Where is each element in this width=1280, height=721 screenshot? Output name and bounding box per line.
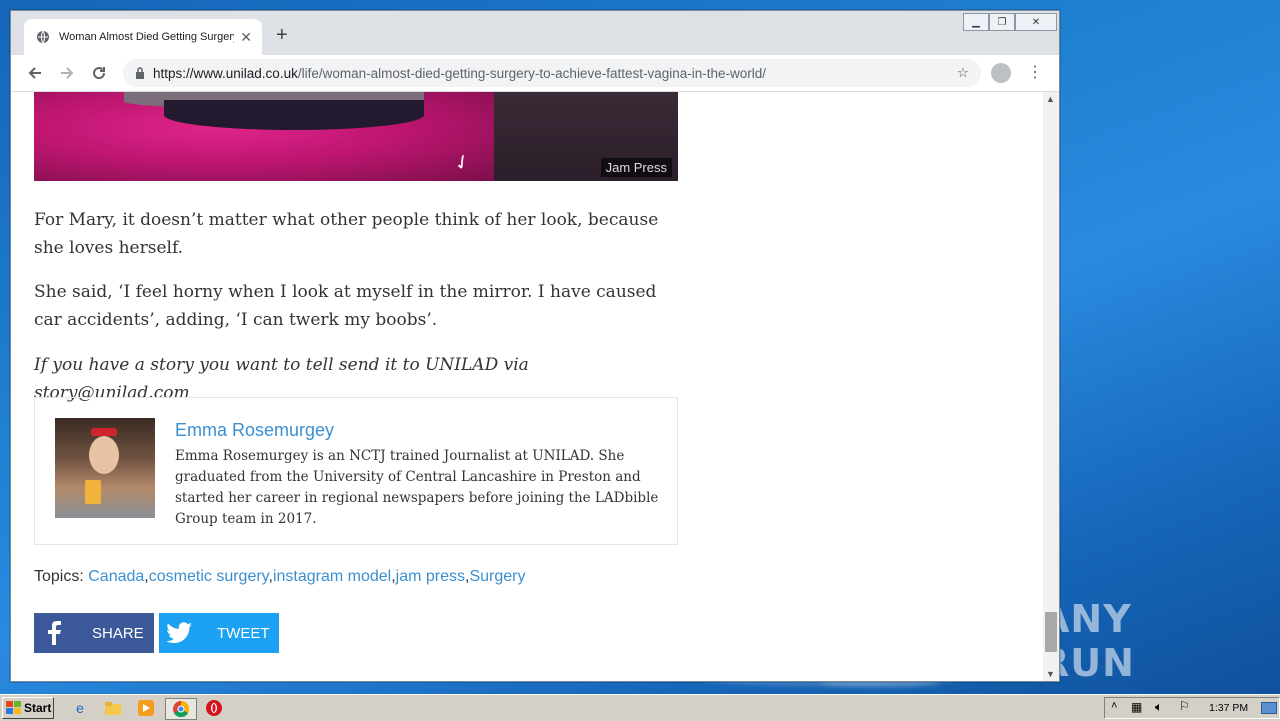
watermark-text: ANY RUN: [1040, 597, 1135, 685]
avatar-drink: [85, 480, 101, 504]
windows-taskbar: Start e ˄ ▦ 🔈︎ ⚐ 1:37 PM: [0, 694, 1280, 721]
address-bar[interactable]: https://www.unilad.co.uk/life/woman-almo…: [123, 59, 981, 87]
tab-title: Woman Almost Died Getting Surgery To: [59, 31, 234, 43]
author-avatar: [55, 418, 155, 518]
author-bio-text: Emma Rosemurgey is an NCTJ trained Journ…: [175, 448, 659, 527]
topic-link[interactable]: jam press: [396, 568, 465, 585]
topics-label: Topics:: [34, 568, 84, 585]
avatar-bow: [91, 428, 117, 436]
article-paragraph: For Mary, it doesn’t matter what other p…: [34, 210, 659, 258]
article-paragraph: She said, ‘I feel horny when I look at m…: [34, 282, 657, 330]
reload-button[interactable]: [89, 63, 109, 83]
topic-link[interactable]: cosmetic surgery: [149, 568, 269, 585]
avatar-face: [89, 436, 119, 474]
chrome-taskbar-button[interactable]: [165, 698, 197, 720]
browser-toolbar: https://www.unilad.co.uk/life/woman-almo…: [11, 55, 1059, 92]
author-name-link[interactable]: Emma Rosemurgey: [175, 420, 334, 441]
topic-link[interactable]: Surgery: [469, 568, 525, 585]
tab-strip: Woman Almost Died Getting Surgery To ✕ +…: [11, 11, 1059, 55]
action-center-flag-icon[interactable]: ⚐: [1179, 699, 1190, 713]
close-window-button[interactable]: ✕: [1015, 13, 1057, 31]
windows-logo-icon: [6, 701, 21, 714]
topic-link[interactable]: Canada: [88, 568, 144, 585]
photo-waistband: [164, 100, 424, 130]
forward-button[interactable]: [57, 63, 77, 83]
start-button[interactable]: Start: [2, 697, 54, 719]
chrome-icon: [173, 701, 189, 717]
opera-icon[interactable]: [204, 698, 224, 718]
arrow-right-icon: [61, 67, 74, 79]
file-explorer-icon[interactable]: [103, 698, 123, 718]
photo-credit: Jam Press: [600, 158, 672, 177]
bookmark-star-icon[interactable]: ☆: [957, 65, 969, 81]
reload-icon: [93, 67, 106, 80]
author-bio-box: Emma Rosemurgey Emma Rosemurgey is an NC…: [34, 397, 678, 545]
browser-window: Woman Almost Died Getting Surgery To ✕ +…: [10, 10, 1060, 682]
media-player-icon[interactable]: [136, 698, 156, 718]
system-tray: ˄ ▦ 🔈︎ ⚐ 1:37 PM: [1104, 697, 1280, 719]
facebook-share-button[interactable]: SHARE: [34, 613, 154, 653]
internet-explorer-icon[interactable]: e: [70, 698, 90, 718]
globe-icon: [37, 30, 49, 44]
twitter-share-label: TWEET: [217, 624, 270, 642]
topics-list: Topics: Canada,cosmetic surgery,instagra…: [34, 568, 526, 585]
network-icon[interactable]: ▦: [1131, 700, 1142, 714]
partial-content-below: [331, 680, 391, 681]
anyrun-watermark: ANY RUN: [1040, 597, 1240, 685]
scroll-down-icon[interactable]: ▼: [1046, 669, 1055, 679]
article-photo: ✓ Jam Press: [34, 92, 678, 181]
minimize-button[interactable]: ▁: [963, 13, 989, 31]
back-button[interactable]: [25, 63, 45, 83]
facebook-icon: [34, 613, 74, 653]
show-desktop-button[interactable]: [1261, 702, 1277, 714]
volume-icon[interactable]: 🔈︎: [1155, 699, 1163, 715]
start-label: Start: [24, 701, 52, 715]
twitter-bird-icon: [159, 613, 199, 653]
scrollbar-thumb[interactable]: [1045, 612, 1057, 652]
new-tab-button[interactable]: +: [276, 25, 288, 45]
tray-expand-icon[interactable]: ˄: [1111, 700, 1117, 712]
url-path: /life/woman-almost-died-getting-surgery-…: [297, 65, 767, 81]
arrow-left-icon: [28, 67, 41, 79]
tab-active[interactable]: Woman Almost Died Getting Surgery To ✕: [24, 19, 262, 55]
facebook-share-label: SHARE: [92, 624, 144, 642]
page-scrollbar[interactable]: ▲ ▼: [1043, 92, 1059, 681]
url-host: https://www.unilad.co.uk: [153, 65, 298, 81]
lock-icon: [136, 67, 144, 79]
page-viewport: ✓ Jam Press For Mary, it doesn’t matter …: [11, 92, 1043, 681]
restore-button[interactable]: ❐: [989, 13, 1015, 31]
profile-avatar-icon[interactable]: [991, 63, 1011, 83]
scroll-up-icon[interactable]: ▲: [1046, 94, 1055, 104]
topic-link[interactable]: instagram model: [273, 568, 391, 585]
taskbar-clock[interactable]: 1:37 PM: [1209, 702, 1248, 714]
twitter-share-button[interactable]: TWEET: [159, 613, 279, 653]
tab-close-icon[interactable]: ✕: [240, 29, 252, 46]
browser-menu-icon[interactable]: ⋮: [1025, 63, 1045, 83]
